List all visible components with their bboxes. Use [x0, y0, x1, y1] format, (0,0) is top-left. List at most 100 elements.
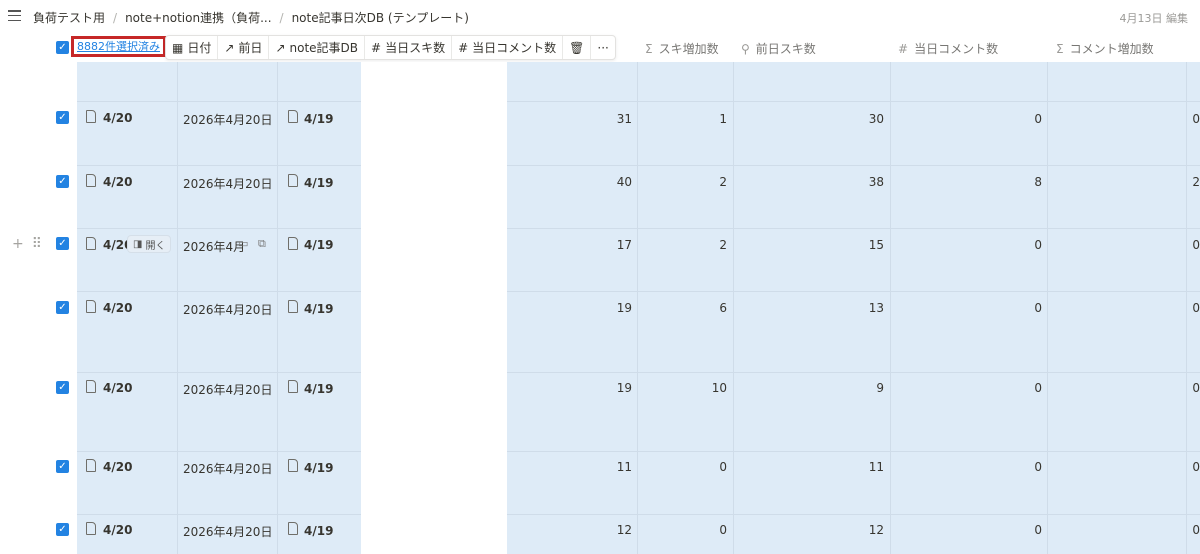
open-page-button[interactable]: ◨ 開く	[127, 235, 172, 253]
cell-prev-suki: 38	[868, 175, 884, 189]
row-date: 2026年4月	[183, 240, 246, 254]
cell-today-comments: 0	[1034, 301, 1042, 315]
row-date: 2026年4月20日	[183, 525, 273, 539]
cell-prev-suki: 12	[868, 523, 884, 537]
page-icon	[288, 522, 298, 535]
row-name[interactable]: 4/20	[103, 523, 132, 537]
cell-comment-increase: 0	[1192, 112, 1200, 126]
page-icon	[86, 459, 96, 472]
selected-count[interactable]: 8882件選択済み	[71, 36, 166, 57]
cell-comment-increase: 0	[1192, 460, 1200, 474]
page-icon	[288, 300, 298, 313]
number-icon: #	[371, 40, 382, 55]
column-suki-increase[interactable]: Σ スキ増加数	[645, 40, 719, 57]
row-name[interactable]: 4/20	[103, 175, 132, 189]
row-prev-day[interactable]: 4/19	[304, 176, 333, 190]
cell-today-suki: 17	[616, 238, 632, 252]
row-prev-day[interactable]: 4/19	[304, 524, 333, 538]
row-name[interactable]: 4/20	[103, 381, 132, 395]
cell-prev-suki: 30	[868, 112, 884, 126]
top-bar: 負荷テスト用 / note+notion連携（負荷... / note記事日次D…	[0, 0, 1200, 34]
breadcrumb: 負荷テスト用 / note+notion連携（負荷... / note記事日次D…	[33, 9, 469, 26]
row-checkbox[interactable]: ✓	[56, 523, 69, 536]
page-icon	[288, 110, 298, 123]
breadcrumb-item[interactable]: note記事日次DB (テンプレート)	[292, 9, 469, 26]
action-prev-day[interactable]: ↗ 前日	[218, 36, 270, 59]
calendar-icon: ▦	[172, 40, 184, 55]
cell-today-suki: 11	[616, 460, 632, 474]
comment-icon[interactable]: ▭	[238, 237, 248, 250]
sigma-icon: Σ	[1056, 41, 1064, 56]
blank-column	[361, 62, 507, 554]
row-checkbox[interactable]: ✓	[56, 381, 69, 394]
action-today-comments[interactable]: # 当日コメント数	[452, 36, 564, 59]
sigma-icon: Σ	[645, 41, 653, 56]
row-date: 2026年4月20日	[183, 303, 273, 317]
select-all-checkbox[interactable]: ✓	[56, 41, 69, 54]
action-today-suki[interactable]: # 当日スキ数	[365, 36, 453, 59]
menu-icon[interactable]	[8, 10, 21, 21]
row-prev-day[interactable]: 4/19	[304, 238, 333, 252]
page-icon	[86, 237, 96, 250]
add-row-icon[interactable]: +	[12, 236, 24, 252]
selection-action-bar: ▦ 日付 ↗ 前日 ↗ note記事DB # 当日スキ数 # 当日コメント数 🗑 ···	[165, 35, 616, 60]
column-comment-increase[interactable]: Σ コメント増加数	[1056, 40, 1154, 57]
cell-prev-suki: 13	[868, 301, 884, 315]
cell-suki-increase: 1	[719, 112, 727, 126]
cell-comment-increase: 0	[1192, 381, 1200, 395]
cell-suki-increase: 0	[719, 460, 727, 474]
page-icon	[86, 522, 96, 535]
action-date[interactable]: ▦ 日付	[166, 36, 219, 59]
column-prev-suki[interactable]: ⚲ 前日スキ数	[741, 40, 816, 57]
cell-suki-increase: 10	[711, 381, 727, 395]
row-checkbox[interactable]: ✓	[56, 237, 69, 250]
edited-timestamp: 4月13日 編集	[1119, 12, 1189, 25]
row-checkbox[interactable]: ✓	[56, 111, 69, 124]
cell-prev-suki: 15	[868, 238, 884, 252]
row-date: 2026年4月20日	[183, 383, 273, 397]
page-icon	[86, 380, 96, 393]
row-prev-day[interactable]: 4/19	[304, 382, 333, 396]
side-peek-icon: ◨	[133, 238, 143, 250]
copy-icon[interactable]: ⧉	[258, 237, 266, 251]
cell-suki-increase: 0	[719, 523, 727, 537]
delete-button[interactable]: 🗑	[563, 36, 592, 59]
row-prev-day[interactable]: 4/19	[304, 461, 333, 475]
relation-arrow-icon: ↗	[224, 40, 235, 55]
cell-today-suki: 19	[616, 381, 632, 395]
number-icon: #	[898, 41, 909, 56]
row-prev-day[interactable]: 4/19	[304, 112, 333, 126]
trash-icon: 🗑	[569, 40, 585, 55]
breadcrumb-item[interactable]: 負荷テスト用	[33, 9, 105, 26]
action-note-db[interactable]: ↗ note記事DB	[269, 36, 366, 59]
cell-today-suki: 12	[616, 523, 632, 537]
cell-prev-suki: 11	[868, 460, 884, 474]
row-date: 2026年4月20日	[183, 462, 273, 476]
row-prev-day[interactable]: 4/19	[304, 302, 333, 316]
search-icon: ⚲	[741, 41, 750, 56]
row-checkbox[interactable]: ✓	[56, 301, 69, 314]
page-icon	[86, 300, 96, 313]
page-icon	[86, 174, 96, 187]
cell-today-comments: 0	[1034, 238, 1042, 252]
cell-comment-increase: 2	[1192, 175, 1200, 189]
row-name[interactable]: 4/20	[103, 301, 132, 315]
drag-handle-icon[interactable]: ⠿	[32, 236, 42, 252]
cell-comment-increase: 0	[1192, 238, 1200, 252]
page-icon	[288, 174, 298, 187]
page-icon	[288, 237, 298, 250]
cell-today-comments: 0	[1034, 460, 1042, 474]
row-date: 2026年4月20日	[183, 113, 273, 127]
page-icon	[86, 110, 96, 123]
row-checkbox[interactable]: ✓	[56, 460, 69, 473]
relation-arrow-icon: ↗	[275, 40, 286, 55]
breadcrumb-item[interactable]: note+notion連携（負荷...	[125, 9, 271, 26]
table-header: ✓ 8882件選択済み ▦ 日付 ↗ 前日 ↗ note記事DB # 当日スキ数 # 当日…	[0, 34, 1200, 62]
more-button[interactable]: ···	[591, 36, 614, 59]
row-checkbox[interactable]: ✓	[56, 175, 69, 188]
column-today-comments[interactable]: # 当日コメント数	[898, 40, 998, 57]
row-date: 2026年4月20日	[183, 177, 273, 191]
row-name[interactable]: 4/20	[103, 460, 132, 474]
cell-prev-suki: 9	[876, 381, 884, 395]
row-name[interactable]: 4/20	[103, 111, 132, 125]
